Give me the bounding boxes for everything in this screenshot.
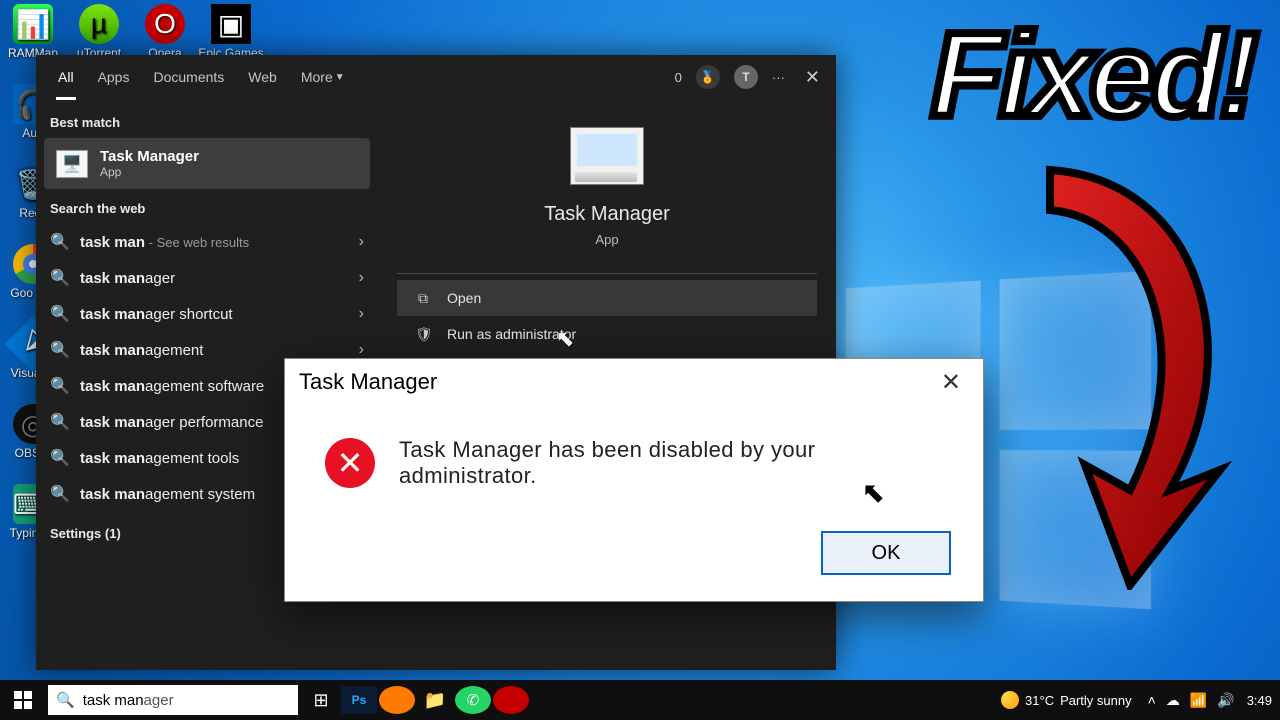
rammap-icon: 📊 xyxy=(13,4,53,44)
preview-subtitle: App xyxy=(595,232,618,247)
epic-icon: ▣ xyxy=(211,4,251,44)
rewards-counter[interactable]: 0 xyxy=(675,70,682,85)
taskbar-search-box[interactable]: 🔍 task manager xyxy=(48,685,298,715)
web-suggestion[interactable]: 🔍task manager shortcut› xyxy=(36,296,378,332)
chevron-right-icon: › xyxy=(359,269,364,287)
pinned-firefox[interactable] xyxy=(378,680,416,720)
best-match-label: Best match xyxy=(36,103,378,138)
action-run-admin[interactable]: 🛡 Run as administrator xyxy=(397,316,817,352)
web-suggestion[interactable]: 🔍task manager› xyxy=(36,260,378,296)
search-icon: 🔍 xyxy=(50,484,68,504)
weather-desc: Partly sunny xyxy=(1060,693,1132,708)
chevron-right-icon: › xyxy=(359,341,364,359)
windows-icon xyxy=(14,691,32,709)
more-options-button[interactable]: ··· xyxy=(772,70,785,85)
taskmgr-icon: 🖥️ xyxy=(56,150,88,178)
opera-icon: O xyxy=(145,4,185,44)
search-icon: 🔍 xyxy=(50,340,68,360)
tab-web[interactable]: Web xyxy=(236,55,289,99)
system-tray: ˄ ☁ 📶 🔊 xyxy=(1148,692,1235,709)
error-dialog: Task Manager ✕ ✕ Task Manager has been d… xyxy=(284,358,984,602)
chevron-right-icon: › xyxy=(359,233,364,251)
tab-all[interactable]: All xyxy=(46,55,86,99)
rewards-icon[interactable]: 🏅 xyxy=(696,65,720,89)
tray-overflow-chevron[interactable]: ˄ xyxy=(1148,692,1156,708)
divider xyxy=(397,273,817,274)
onedrive-icon[interactable]: ☁ xyxy=(1166,692,1180,709)
pinned-explorer[interactable]: 📁 xyxy=(416,680,454,720)
shield-icon: 🛡 xyxy=(415,326,431,343)
ok-button[interactable]: OK xyxy=(821,531,951,575)
search-icon: 🔍 xyxy=(50,376,68,396)
fixed-overlay-text: Fixed! xyxy=(931,6,1254,144)
search-filter-tabs: All Apps Documents Web More ▼ xyxy=(46,55,357,99)
user-avatar[interactable]: T xyxy=(734,65,758,89)
taskbar: 🔍 task manager ⊞ Ps 📁 ✆ 31°C Partly sunn… xyxy=(0,680,1280,720)
search-icon: 🔍 xyxy=(50,412,68,432)
error-icon: ✕ xyxy=(325,438,375,488)
search-web-label: Search the web xyxy=(36,189,378,224)
web-suggestion[interactable]: 🔍task man - See web results› xyxy=(36,224,378,260)
pinned-opera[interactable] xyxy=(492,680,530,720)
open-icon: ⧉ xyxy=(415,290,431,307)
volume-icon[interactable]: 🔊 xyxy=(1217,692,1234,709)
start-button[interactable] xyxy=(0,680,46,720)
red-arrow-graphic xyxy=(1020,160,1240,590)
search-icon: 🔍 xyxy=(50,448,68,468)
wifi-icon[interactable]: 📶 xyxy=(1190,692,1207,709)
search-icon: 🔍 xyxy=(50,304,68,324)
cursor-icon: ⬉ xyxy=(556,326,574,352)
chevron-down-icon: ▼ xyxy=(335,72,345,83)
pinned-whatsapp[interactable]: ✆ xyxy=(454,680,492,720)
search-icon: 🔍 xyxy=(56,691,75,709)
best-match-subtitle: App xyxy=(100,165,199,179)
pinned-photoshop[interactable]: Ps xyxy=(340,680,378,720)
search-icon: 🔍 xyxy=(50,232,68,252)
utorrent-icon: µ xyxy=(79,4,119,44)
weather-icon xyxy=(1001,691,1019,709)
taskbar-clock[interactable]: 3:49 xyxy=(1247,693,1272,708)
tab-more[interactable]: More ▼ xyxy=(289,55,357,99)
dialog-close-button[interactable]: ✕ xyxy=(933,368,969,397)
cursor-icon: ⬉ xyxy=(862,476,885,509)
close-search-button[interactable]: ✕ xyxy=(799,63,826,92)
chevron-right-icon: › xyxy=(359,305,364,323)
action-open[interactable]: ⧉ Open xyxy=(397,280,817,316)
tab-documents[interactable]: Documents xyxy=(141,55,236,99)
weather-widget[interactable]: 31°C Partly sunny xyxy=(1001,691,1132,709)
search-panel-topbar: All Apps Documents Web More ▼ 0 🏅 T ··· … xyxy=(36,55,836,99)
task-view-button[interactable]: ⊞ xyxy=(302,680,340,720)
best-match-item[interactable]: 🖥️ Task Manager App xyxy=(44,138,370,189)
dialog-title: Task Manager xyxy=(299,369,437,395)
search-ghost: ager xyxy=(144,692,174,709)
weather-temp: 31°C xyxy=(1025,693,1054,708)
tab-apps[interactable]: Apps xyxy=(86,55,142,99)
taskmgr-large-icon xyxy=(570,127,644,185)
search-typed: task man xyxy=(83,692,144,709)
best-match-title: Task Manager xyxy=(100,148,199,165)
search-icon: 🔍 xyxy=(50,268,68,288)
preview-title: Task Manager xyxy=(544,203,670,226)
